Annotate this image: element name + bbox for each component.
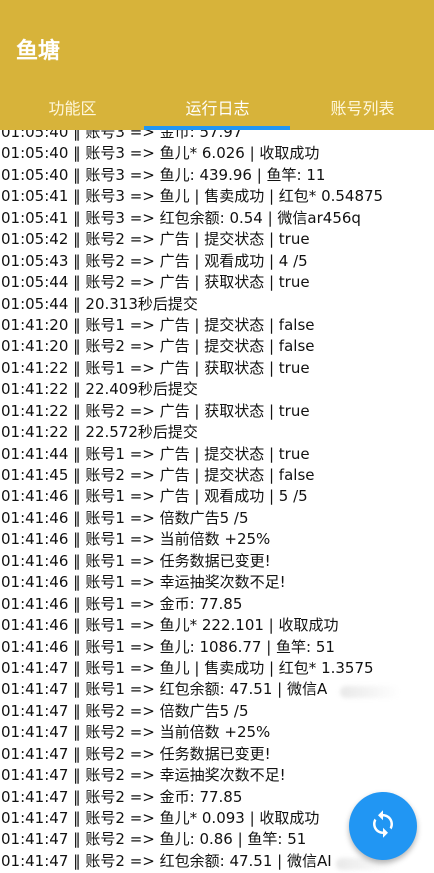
refresh-button[interactable] bbox=[349, 792, 417, 860]
log-line: 01:41:22 ‖ 22.409秒后提交 bbox=[1, 380, 198, 399]
log-line: 01:41:20 ‖ 账号1 => 广告 | 提交状态 | false bbox=[1, 315, 315, 334]
log-line: 01:41:47 ‖ 账号2 => 倍数广告5 /5 bbox=[1, 701, 249, 720]
log-line: 01:05:40 ‖ 账号3 => 鱼儿* 6.026 | 收取成功 bbox=[1, 144, 320, 163]
tab-functions[interactable]: 功能区 bbox=[0, 84, 145, 130]
app-title: 鱼塘 bbox=[16, 39, 61, 64]
redaction-blur bbox=[336, 858, 396, 870]
log-line: 01:05:44 ‖ 账号2 => 广告 | 获取状态 | true bbox=[1, 273, 310, 292]
log-line: 01:41:47 ‖ 账号2 => 幸运抽奖次数不足! bbox=[1, 766, 286, 785]
redaction-blur bbox=[340, 686, 400, 698]
log-line: 01:05:40 ‖ 账号3 => 鱼儿: 439.96 | 鱼竿: 11 bbox=[1, 165, 326, 184]
log-line: 01:41:47 ‖ 账号2 => 任务数据已变更! bbox=[1, 744, 271, 763]
log-line: 01:41:46 ‖ 账号1 => 鱼儿* 222.101 | 收取成功 bbox=[1, 616, 339, 635]
tab-bar: 功能区 运行日志 账号列表 bbox=[0, 84, 434, 130]
app-bar: 鱼塘 功能区 运行日志 账号列表 bbox=[0, 0, 434, 130]
log-line: 01:41:22 ‖ 账号1 => 广告 | 获取状态 | true bbox=[1, 358, 310, 377]
log-line: 01:05:41 ‖ 账号3 => 鱼儿 | 售卖成功 | 红包* 0.5487… bbox=[1, 187, 384, 206]
log-line: 01:05:42 ‖ 账号2 => 广告 | 提交状态 | true bbox=[1, 230, 310, 249]
log-line: 01:41:45 ‖ 账号2 => 广告 | 提交状态 | false bbox=[1, 466, 315, 484]
log-line: 01:41:46 ‖ 账号1 => 鱼儿: 1086.77 | 鱼竿: 51 bbox=[1, 637, 335, 656]
log-line: 01:41:46 ‖ 账号1 => 广告 | 观看成功 | 5 /5 bbox=[1, 487, 308, 506]
sync-icon bbox=[368, 809, 398, 843]
log-line: 01:05:44 ‖ 20.313秒后提交 bbox=[1, 294, 198, 313]
run-log-list: 01:05:40 ‖ 账号3 => 金币: 57.97 01:05:40 ‖ 账号… bbox=[0, 130, 434, 872]
log-line: 01:05:40 ‖ 账号3 => 金币: 57.97 bbox=[1, 130, 243, 141]
log-line: 01:05:43 ‖ 账号2 => 广告 | 观看成功 | 4 /5 bbox=[1, 251, 308, 270]
log-line: 01:05:41 ‖ 账号3 => 红包余额: 0.54 | 微信ar456q bbox=[1, 208, 361, 227]
log-line: 01:41:20 ‖ 账号2 => 广告 | 提交状态 | false bbox=[1, 337, 315, 356]
log-line: 01:41:47 ‖ 账号2 => 当前倍数 +25% bbox=[1, 723, 271, 742]
log-line: 01:41:44 ‖ 账号1 => 广告 | 提交状态 | true bbox=[1, 444, 310, 463]
log-line: 01:41:46 ‖ 账号1 => 金币: 77.85 bbox=[1, 594, 243, 613]
log-line: 01:41:47 ‖ 账号1 => 鱼儿 | 售卖成功 | 红包* 1.3575 bbox=[1, 658, 374, 677]
log-line: 01:41:46 ‖ 账号1 => 倍数广告5 /5 bbox=[1, 508, 249, 527]
log-line: 01:41:22 ‖ 22.572秒后提交 bbox=[1, 423, 198, 442]
log-line: 01:41:46 ‖ 账号1 => 当前倍数 +25% bbox=[1, 530, 271, 549]
tab-run-log[interactable]: 运行日志 bbox=[145, 84, 290, 130]
run-log-panel[interactable]: 01:05:40 ‖ 账号3 => 金币: 57.97 01:05:40 ‖ 账号… bbox=[0, 130, 434, 873]
tab-account-list[interactable]: 账号列表 bbox=[290, 84, 434, 130]
log-line: 01:41:46 ‖ 账号1 => 任务数据已变更! bbox=[1, 551, 271, 570]
log-line: 01:41:22 ‖ 账号2 => 广告 | 获取状态 | true bbox=[1, 401, 310, 420]
log-line: 01:41:46 ‖ 账号1 => 幸运抽奖次数不足! bbox=[1, 573, 286, 592]
